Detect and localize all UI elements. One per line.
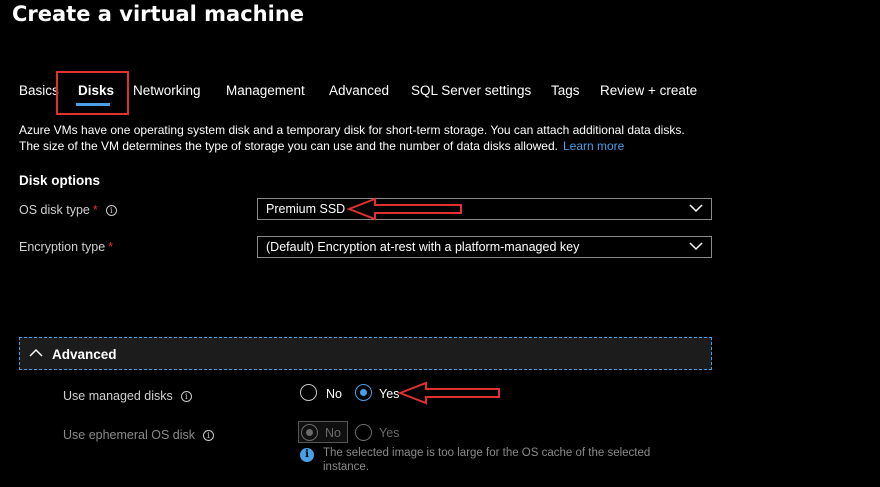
managed-disks-yes-radio[interactable] [355,384,372,401]
managed-disks-no-label[interactable]: No [326,387,342,401]
ephemeral-no-label: No [325,426,341,440]
use-ephemeral-os-disk-label: Use ephemeral OS disk i [63,428,215,442]
tab-sql-server-settings[interactable]: SQL Server settings [411,83,531,98]
ephemeral-disk-info-message: The selected image is too large for the … [323,447,651,473]
managed-disks-no-radio[interactable] [300,384,317,401]
encryption-type-select[interactable]: (Default) Encryption at-rest with a plat… [257,236,712,258]
tab-advanced[interactable]: Advanced [329,83,389,98]
description-line-2: The size of the VM determines the type o… [19,138,879,154]
encryption-type-label: Encryption type * [19,240,113,254]
tab-bar: Basics Disks Networking Management Advan… [0,70,880,112]
managed-disks-yes-label[interactable]: Yes [379,387,399,401]
page-title: Create a virtual machine [12,2,305,26]
use-ephemeral-os-disk-label-text: Use ephemeral OS disk [63,428,196,442]
disks-description: Azure VMs have one operating system disk… [19,122,879,154]
chevron-down-icon [689,204,703,213]
os-disk-type-label: OS disk type * i [19,203,117,217]
advanced-section-toggle[interactable]: Advanced [19,337,712,370]
info-icon[interactable]: i [180,391,192,403]
use-managed-disks-label: Use managed disks i [63,389,192,403]
annotation-arrow-icon [398,381,500,405]
tab-review-create[interactable]: Review + create [600,83,697,98]
disk-options-heading: Disk options [19,173,101,188]
required-marker: * [108,240,114,254]
ephemeral-yes-radio [355,424,372,441]
advanced-section-title: Advanced [52,347,117,362]
os-disk-type-label-text: OS disk type [19,203,90,217]
tab-management[interactable]: Management [226,83,305,98]
annotation-arrow-icon [347,197,462,221]
info-icon[interactable]: i [203,430,215,442]
chevron-up-icon [29,348,43,357]
required-marker: * [92,203,98,217]
tab-tags[interactable]: Tags [551,83,580,98]
chevron-down-icon [689,242,703,251]
encryption-type-label-text: Encryption type [19,240,106,254]
info-icon: i [300,448,314,462]
encryption-type-value: (Default) Encryption at-rest with a plat… [266,240,580,254]
tab-networking[interactable]: Networking [133,83,201,98]
os-disk-type-value: Premium SSD [266,202,346,216]
description-line-1: Azure VMs have one operating system disk… [19,123,685,137]
ephemeral-yes-label: Yes [379,426,400,440]
learn-more-link[interactable]: Learn more [563,139,624,153]
use-managed-disks-label-text: Use managed disks [63,389,173,403]
info-icon[interactable]: i [105,205,117,217]
os-disk-type-select[interactable]: Premium SSD [257,198,712,220]
tab-basics[interactable]: Basics [19,83,59,98]
annotation-highlight-box [56,71,129,115]
ephemeral-no-radio [301,424,318,441]
description-text: The size of the VM determines the type o… [19,139,558,153]
